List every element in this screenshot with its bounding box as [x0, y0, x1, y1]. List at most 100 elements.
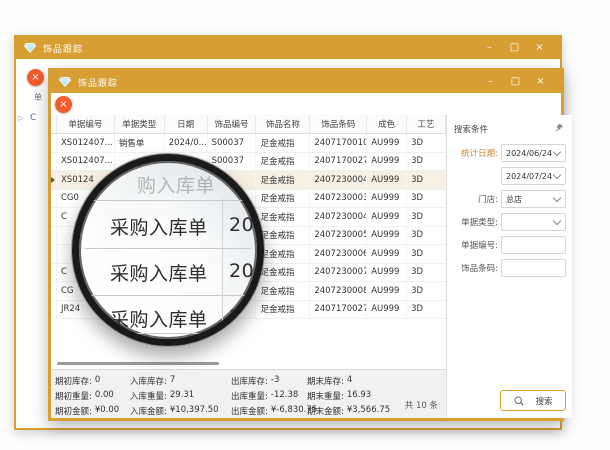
- summary-label: 期初重量:: [55, 390, 92, 402]
- chevron-down-icon: [553, 171, 561, 179]
- minimize-icon[interactable]: –: [477, 37, 502, 59]
- column-header[interactable]: 单据类型: [115, 115, 165, 133]
- summary-label: 期末重量:: [307, 390, 344, 402]
- doc-no-input[interactable]: [501, 236, 566, 254]
- table-cell: S00037: [208, 134, 257, 152]
- table-cell: 2407170027: [310, 153, 367, 171]
- summary-value: 29.31: [170, 390, 194, 402]
- app-diamond-icon: [24, 43, 36, 53]
- search-field-row: 2024/07/24: [452, 167, 566, 185]
- close-tab-button[interactable]: ×: [55, 96, 72, 113]
- summary-value: 0.00: [95, 390, 114, 402]
- doc-no-label: 单据编号:: [452, 239, 498, 251]
- summary-item: 入库重量:29.31: [130, 390, 231, 402]
- table-cell: 2407230005: [310, 227, 367, 245]
- record-count: 共 10 条: [405, 399, 438, 411]
- inner-titlebar[interactable]: 饰品跟踪 – □ ×: [51, 71, 561, 93]
- outer-peek-letter: C: [30, 113, 36, 123]
- search-field-row: 单据类型:: [452, 213, 566, 231]
- table-cell: 足金戒指: [256, 301, 310, 319]
- summary-item: 期初重量:0.00: [55, 390, 130, 402]
- summary-label: 入库金额:: [130, 405, 167, 417]
- table-cell: 3D: [407, 134, 446, 152]
- maximize-icon[interactable]: □: [502, 37, 527, 59]
- column-header[interactable]: 日期: [165, 115, 208, 133]
- table-cell: 3D: [407, 282, 446, 300]
- outer-window-controls: – □ ×: [477, 37, 552, 59]
- table-cell: 足金戒指: [256, 208, 310, 226]
- table-cell: 3D: [407, 190, 446, 208]
- table-cell: 2024/0...: [165, 134, 208, 152]
- tree-expander-icon[interactable]: ▷: [18, 114, 23, 122]
- summary-rows: 期初库存:0入库库存:7出库库存:-3期末库存:4期初重量:0.00入库重量:2…: [55, 373, 446, 418]
- table-cell: 足金戒指: [256, 190, 310, 208]
- table-cell: 2407230007: [310, 264, 367, 282]
- search-panel-title: 搜索条件: [454, 123, 488, 135]
- summary-value: ¥0.00: [95, 405, 119, 417]
- magnified-date: 2024/0.: [229, 260, 264, 282]
- minimize-icon[interactable]: –: [478, 71, 503, 93]
- summary-value: 7: [170, 375, 175, 387]
- summary-item: 出库重量:-12.38: [231, 390, 307, 402]
- chevron-down-icon: [553, 217, 561, 225]
- pin-icon[interactable]: [555, 123, 564, 135]
- table-row[interactable]: XS012407...销售单2024/0...S00037足金戒指2407170…: [51, 134, 446, 153]
- summary-value: 4: [347, 375, 352, 387]
- close-icon[interactable]: ×: [528, 71, 553, 93]
- table-cell: AU999: [367, 134, 407, 152]
- table-cell: 3D: [407, 208, 446, 226]
- summary-bar: 期初库存:0入库库存:7出库库存:-3期末库存:4期初重量:0.00入库重量:2…: [51, 369, 446, 418]
- magnified-row-divider: [85, 248, 251, 249]
- column-header[interactable]: 饰品条码: [310, 115, 367, 133]
- store-select[interactable]: 总店: [501, 190, 566, 208]
- barcode-input[interactable]: [501, 259, 566, 277]
- table-cell: 3D: [407, 227, 446, 245]
- search-field-row: 统计日期:2024/06/24: [452, 144, 566, 162]
- table-cell: AU999: [367, 208, 407, 226]
- search-panel: 搜索条件 统计日期:2024/06/24 2024/07/24 门店:总店单据类型:…: [447, 115, 572, 418]
- search-field-row: 门店:总店: [452, 190, 566, 208]
- column-header[interactable]: 单据编号: [57, 115, 115, 133]
- table-cell: 2407230004: [310, 171, 367, 189]
- summary-value: -3: [271, 375, 279, 387]
- magnified-row-divider: [85, 200, 251, 201]
- summary-value: 16.93: [347, 390, 371, 402]
- outer-close-tab-button[interactable]: ×: [27, 69, 44, 86]
- table-cell: 2407230003: [310, 190, 367, 208]
- summary-label: 入库库存:: [130, 375, 167, 387]
- date-to-select[interactable]: 2024/07/24: [501, 167, 566, 185]
- column-header[interactable]: 工艺: [407, 115, 446, 133]
- summary-item: 出库金额:¥-6,830.75: [231, 405, 307, 417]
- table-cell: 3D: [407, 245, 446, 263]
- table-cell: 2407170027: [310, 301, 367, 319]
- inner-window-title: 饰品跟踪: [78, 76, 118, 89]
- summary-label: 出库金额:: [231, 405, 268, 417]
- magnified-row-divider: [85, 333, 251, 334]
- summary-label: 出库重量:: [231, 390, 268, 402]
- search-field-row: 饰品条码:: [452, 259, 566, 277]
- maximize-icon[interactable]: □: [503, 71, 528, 93]
- column-header[interactable]: 成色: [367, 115, 407, 133]
- table-cell: 2407230008: [310, 282, 367, 300]
- app-diamond-icon: [59, 77, 71, 87]
- summary-label: 期末金额:: [307, 405, 344, 417]
- horizontal-scrollbar[interactable]: [57, 362, 219, 365]
- doc-type-select[interactable]: [501, 213, 566, 231]
- close-icon[interactable]: ×: [527, 37, 552, 59]
- summary-item: 入库金额:¥10,397.50: [130, 405, 231, 417]
- selected-row-marker-icon: [51, 177, 55, 183]
- magnified-doc-type: 采购入库单: [110, 259, 208, 286]
- magnified-doc-type: 采购入库单: [110, 213, 208, 240]
- summary-label: 出库库存:: [231, 375, 268, 387]
- date-from-select[interactable]: 2024/06/24: [501, 144, 566, 162]
- date-from-label: 统计日期:: [452, 147, 498, 159]
- search-fields: 统计日期:2024/06/24 2024/07/24 门店:总店单据类型: 单据编号:…: [452, 144, 566, 277]
- table-cell: AU999: [367, 171, 407, 189]
- outer-titlebar[interactable]: 饰品跟踪 – □ ×: [16, 37, 560, 59]
- table-cell: 2407170010: [310, 134, 367, 152]
- table-cell: 3D: [407, 153, 446, 171]
- summary-label: 期初库存:: [55, 375, 92, 387]
- search-button[interactable]: 搜索: [500, 390, 566, 411]
- column-header[interactable]: 饰品编号: [208, 115, 257, 133]
- column-header[interactable]: 饰品名称: [256, 115, 310, 133]
